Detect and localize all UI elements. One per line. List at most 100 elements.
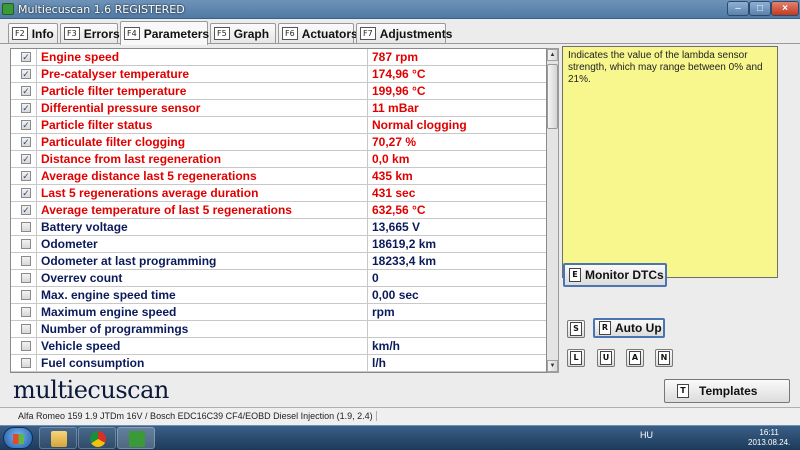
parameter-row[interactable]: Number of programmings (11, 321, 546, 338)
tab-adjustments[interactable]: F7 Adjustments (356, 23, 452, 43)
minimize-button[interactable]: – (727, 1, 749, 16)
close-button[interactable]: × (771, 1, 799, 16)
column-divider (367, 338, 368, 354)
s-button[interactable]: S (567, 320, 585, 338)
column-divider (367, 202, 368, 218)
checkbox-cell (11, 321, 37, 337)
tab-label: Actuators (301, 26, 358, 41)
u-button[interactable]: U (597, 349, 615, 367)
parameter-row[interactable]: Fuel consumption l/h (11, 355, 546, 372)
parameter-name: Distance from last regeneration (41, 152, 222, 166)
table-scrollbar[interactable]: ▲ ▼ (547, 48, 559, 373)
parameter-checkbox[interactable]: ✓ (21, 103, 31, 113)
parameter-checkbox[interactable]: ✓ (21, 171, 31, 181)
clock-time: 16:11 (759, 428, 779, 437)
scroll-up-icon[interactable]: ▲ (547, 49, 558, 61)
parameter-checkbox[interactable] (21, 290, 31, 300)
hotkey-badge: L (570, 351, 582, 365)
column-divider (367, 219, 368, 235)
parameter-row[interactable]: ✓ Last 5 regenerations average duration 43… (11, 185, 546, 202)
parameter-checkbox[interactable] (21, 273, 31, 283)
taskbar-explorer[interactable] (39, 427, 77, 449)
a-button[interactable]: A (626, 349, 644, 367)
parameter-row[interactable]: ✓ Average temperature of last 5 regenerat… (11, 202, 546, 219)
tab-errors[interactable]: F3 Errors (60, 23, 120, 43)
fkey-badge: F4 (124, 27, 140, 40)
parameter-checkbox[interactable]: ✓ (21, 188, 31, 198)
parameter-name: Max. engine speed time (41, 288, 176, 302)
checkbox-cell (11, 338, 37, 354)
parameter-row[interactable]: Vehicle speed km/h (11, 338, 546, 355)
parameter-row[interactable]: ✓ Particle filter status Normal clogging (11, 117, 546, 134)
parameter-row[interactable]: Overrev count 0 (11, 270, 546, 287)
checkbox-cell: ✓ (11, 100, 37, 116)
taskbar-multiecuscan[interactable] (117, 427, 155, 449)
parameter-name: Battery voltage (41, 220, 128, 234)
column-divider (367, 321, 368, 337)
column-divider (367, 304, 368, 320)
parameter-row[interactable]: Maximum engine speed rpm (11, 304, 546, 321)
language-indicator[interactable]: HU (640, 430, 653, 440)
parameter-value: 11 mBar (372, 101, 419, 115)
parameter-help-box: Indicates the value of the lambda sensor… (562, 46, 778, 278)
taskbar-chrome[interactable] (78, 427, 116, 449)
parameter-row[interactable]: Odometer 18619,2 km (11, 236, 546, 253)
monitor-dtcs-button[interactable]: E Monitor DTCs (563, 263, 667, 287)
checkbox-cell: ✓ (11, 168, 37, 184)
parameter-row[interactable]: ✓ Particle filter temperature 199,96 °C (11, 83, 546, 100)
parameter-value: Normal clogging (372, 118, 467, 132)
scroll-down-icon[interactable]: ▼ (547, 360, 558, 372)
hotkey-badge: E (569, 268, 581, 282)
column-divider (367, 100, 368, 116)
parameter-checkbox[interactable]: ✓ (21, 205, 31, 215)
parameter-row[interactable]: Odometer at last programming 18233,4 km (11, 253, 546, 270)
parameter-row[interactable]: ✓ Average distance last 5 regenerations 43… (11, 168, 546, 185)
parameter-name: Maximum engine speed (41, 305, 177, 319)
parameter-row[interactable]: ✓ Engine speed 787 rpm (11, 49, 546, 66)
folder-icon (51, 431, 67, 447)
parameter-checkbox[interactable]: ✓ (21, 154, 31, 164)
tab-parameters[interactable]: F4 Parameters (120, 21, 209, 45)
start-button[interactable] (3, 427, 33, 449)
parameter-name: Particle filter status (41, 118, 153, 132)
auto-up-button[interactable]: R Auto Up (593, 318, 665, 338)
parameter-checkbox[interactable] (21, 324, 31, 334)
parameter-value: 70,27 % (372, 135, 417, 149)
system-clock[interactable]: 16:11 2013.08.24. (748, 428, 790, 448)
parameter-row[interactable]: ✓ Pre-catalyser temperature 174,96 °C (11, 66, 546, 83)
parameter-checkbox[interactable] (21, 222, 31, 232)
scroll-thumb[interactable] (547, 64, 558, 129)
tab-graph[interactable]: F5 Graph (210, 23, 276, 43)
parameter-value: 199,96 °C (372, 84, 426, 98)
parameter-row[interactable]: ✓ Distance from last regeneration 0,0 km (11, 151, 546, 168)
parameter-checkbox[interactable] (21, 239, 31, 249)
n-button[interactable]: N (655, 349, 673, 367)
multiecuscan-logo: multiecuscan (13, 376, 169, 404)
parameter-name: Average distance last 5 regenerations (41, 169, 257, 183)
parameter-value: 435 km (372, 169, 413, 183)
tab-actuators[interactable]: F6 Actuators (278, 23, 358, 43)
maximize-button[interactable]: □ (749, 1, 771, 16)
parameter-checkbox[interactable]: ✓ (21, 52, 31, 62)
checkbox-cell (11, 236, 37, 252)
templates-button[interactable]: T Templates (664, 379, 790, 403)
parameter-checkbox[interactable] (21, 307, 31, 317)
parameter-row[interactable]: Max. engine speed time 0,00 sec (11, 287, 546, 304)
parameter-name: Last 5 regenerations average duration (41, 186, 259, 200)
parameter-row[interactable]: Battery voltage 13,665 V (11, 219, 546, 236)
parameter-checkbox[interactable] (21, 256, 31, 266)
parameter-checkbox[interactable]: ✓ (21, 120, 31, 130)
parameter-checkbox[interactable] (21, 341, 31, 351)
parameter-checkbox[interactable]: ✓ (21, 137, 31, 147)
parameter-value: 13,665 V (372, 220, 421, 234)
parameter-checkbox[interactable] (21, 358, 31, 368)
parameter-checkbox[interactable]: ✓ (21, 69, 31, 79)
l-button[interactable]: L (567, 349, 585, 367)
parameter-checkbox[interactable]: ✓ (21, 86, 31, 96)
fkey-badge: F6 (282, 27, 298, 40)
tab-info[interactable]: F2 Info (8, 23, 58, 43)
parameter-row[interactable]: ✓ Particulate filter clogging 70,27 % (11, 134, 546, 151)
column-divider (367, 253, 368, 269)
tab-label: Graph (233, 26, 270, 41)
parameter-row[interactable]: ✓ Differential pressure sensor 11 mBar (11, 100, 546, 117)
